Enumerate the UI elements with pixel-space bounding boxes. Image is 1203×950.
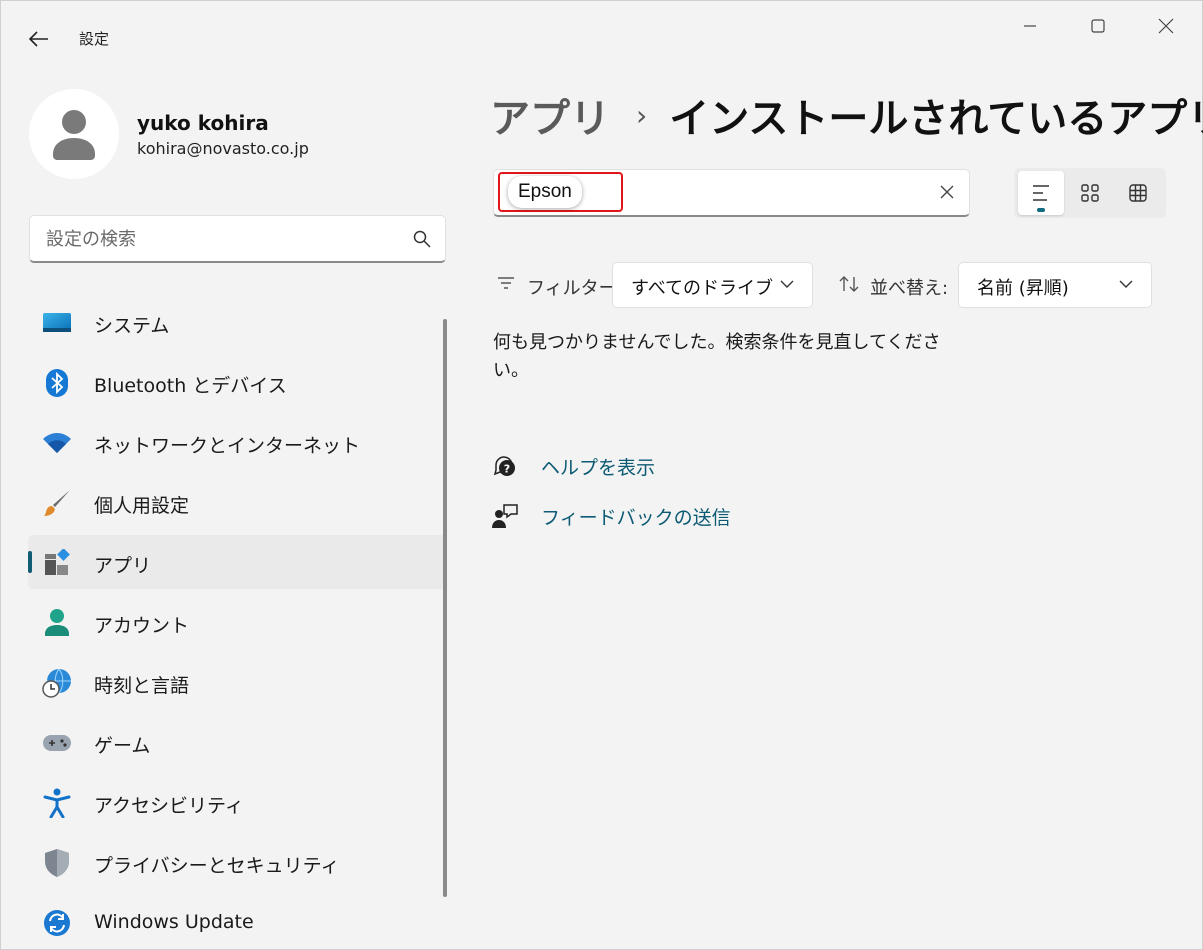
sidebar-nav: システム Bluetooth とデバイス ネットワークとインターネット 個人用設… — [28, 295, 446, 950]
grid-view-button[interactable] — [1115, 171, 1161, 215]
search-input-value[interactable]: Epson — [508, 176, 582, 208]
brush-icon — [42, 488, 72, 518]
time-language-icon — [42, 668, 72, 698]
sidebar-scrollbar[interactable] — [443, 319, 447, 897]
list-view-button[interactable] — [1018, 171, 1064, 215]
sidebar-item-label: システム — [94, 315, 170, 337]
sidebar-item-personalization[interactable]: 個人用設定 — [28, 475, 446, 529]
sidebar-item-label: ゲーム — [94, 735, 151, 757]
sort-dropdown[interactable]: 名前 (昇順) — [958, 262, 1152, 308]
help-icon: ? — [491, 452, 519, 480]
sort-label: 並べ替え: — [870, 278, 949, 299]
tile-view-button[interactable] — [1067, 171, 1113, 215]
svg-text:?: ? — [504, 463, 510, 476]
sidebar-item-label: ネットワークとインターネット — [94, 435, 361, 457]
sidebar-item-label: アプリ — [94, 555, 152, 577]
sidebar-item-label: Windows Update — [94, 911, 254, 933]
sidebar-item-windows-update[interactable]: Windows Update — [28, 895, 446, 949]
shield-icon — [42, 848, 72, 878]
page-title: インストールされているアプリ — [669, 96, 1203, 142]
system-icon — [42, 308, 72, 338]
sidebar-item-time-language[interactable]: 時刻と言語 — [28, 655, 446, 709]
apps-icon — [42, 548, 72, 578]
sidebar-item-label: プライバシーとセキュリティ — [94, 855, 340, 877]
breadcrumb: アプリ › インストールされているアプリ — [490, 87, 1203, 143]
chevron-down-icon — [780, 280, 794, 288]
sort-value: 名前 (昇順) — [977, 278, 1069, 299]
close-icon — [1158, 18, 1174, 34]
tile-view-icon — [1081, 184, 1099, 202]
settings-window: 設定 yuko kohira kohira@novasto.co.jp 設定の検… — [0, 0, 1203, 950]
sort-icon — [839, 276, 859, 292]
back-button[interactable] — [23, 25, 55, 53]
account-icon — [42, 608, 72, 638]
gamepad-icon — [42, 728, 72, 758]
settings-search-box[interactable] — [29, 215, 446, 263]
drive-filter-dropdown[interactable]: すべてのドライブ — [612, 262, 813, 308]
feedback-link[interactable]: フィードバックの送信 — [491, 501, 731, 531]
maximize-icon — [1091, 19, 1105, 33]
app-search-box[interactable]: Epson — [493, 169, 970, 217]
user-email: kohira@novasto.co.jp — [137, 139, 309, 158]
close-button[interactable] — [1143, 11, 1189, 41]
filter-sort-row: フィルター: すべてのドライブ 並べ替え: 名前 (昇順) — [497, 261, 1157, 309]
drive-filter-value: すべてのドライブ — [631, 278, 774, 299]
settings-search-input[interactable] — [46, 225, 406, 253]
sidebar-item-label: アカウント — [94, 615, 190, 637]
user-icon — [53, 110, 95, 160]
sidebar-item-network[interactable]: ネットワークとインターネット — [28, 415, 446, 469]
window-title: 設定 — [79, 30, 110, 48]
clear-icon[interactable] — [939, 184, 955, 200]
sidebar-item-privacy-security[interactable]: プライバシーとセキュリティ — [28, 835, 446, 889]
accessibility-icon — [42, 788, 72, 818]
view-toggle — [1014, 168, 1166, 218]
help-link[interactable]: ? ヘルプを表示 — [491, 451, 655, 481]
maximize-button[interactable] — [1075, 11, 1121, 41]
breadcrumb-parent[interactable]: アプリ — [490, 86, 610, 144]
feedback-link-text[interactable]: フィードバックの送信 — [541, 503, 731, 530]
title-bar: 設定 — [1, 1, 1202, 75]
sidebar-item-accounts[interactable]: アカウント — [28, 595, 446, 649]
sidebar-item-gaming[interactable]: ゲーム — [28, 715, 446, 769]
bluetooth-icon — [42, 368, 72, 398]
sidebar-item-label: アクセシビリティ — [94, 795, 244, 817]
feedback-icon — [491, 502, 519, 530]
minimize-button[interactable] — [1007, 11, 1053, 41]
sidebar-item-bluetooth[interactable]: Bluetooth とデバイス — [28, 355, 446, 409]
minimize-icon — [1024, 25, 1036, 27]
list-view-icon — [1033, 185, 1049, 201]
sidebar-item-system[interactable]: システム — [28, 295, 446, 349]
grid-view-icon — [1129, 184, 1147, 202]
breadcrumb-separator: › — [636, 98, 648, 132]
sidebar-item-accessibility[interactable]: アクセシビリティ — [28, 775, 446, 829]
sidebar-item-apps[interactable]: アプリ — [28, 535, 446, 589]
sidebar-item-label: 時刻と言語 — [94, 675, 190, 697]
chevron-down-icon — [1119, 280, 1133, 288]
arrow-left-icon — [29, 31, 48, 47]
filter-label: フィルター: — [527, 278, 623, 299]
search-icon — [413, 230, 431, 248]
sidebar-item-label: Bluetooth とデバイス — [94, 375, 287, 397]
avatar — [29, 89, 119, 179]
wifi-icon — [42, 428, 72, 458]
filter-icon — [498, 277, 514, 289]
user-name: yuko kohira — [137, 111, 269, 135]
help-link-text[interactable]: ヘルプを表示 — [541, 453, 655, 480]
windows-update-icon — [42, 908, 72, 938]
sidebar-item-label: 個人用設定 — [94, 495, 190, 517]
empty-result-message: 何も見つかりませんでした。検索条件を見直してください。 — [493, 332, 941, 381]
